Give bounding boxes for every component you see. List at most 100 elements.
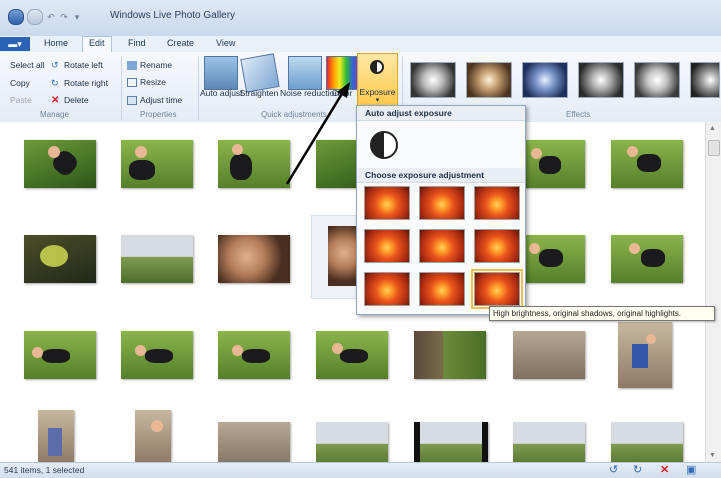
auto-adjust-exposure-icon[interactable] — [370, 131, 398, 159]
exposure-option-selected[interactable] — [471, 269, 523, 309]
copy-label: Copy — [10, 78, 30, 88]
exposure-button[interactable]: Exposure ▾ — [357, 53, 398, 106]
paste-label: Paste — [10, 95, 32, 105]
exposure-option[interactable] — [419, 272, 465, 306]
photo-thumbnail[interactable] — [316, 331, 388, 379]
tab-create[interactable]: Create — [167, 38, 194, 48]
group-label-manage: Manage — [40, 110, 69, 119]
paste-button[interactable]: Paste — [10, 95, 32, 105]
photo-thumbnail[interactable] — [135, 410, 171, 462]
rename-button[interactable]: Rename — [127, 60, 173, 71]
resize-button[interactable]: Resize — [127, 77, 166, 88]
calendar-icon — [127, 96, 137, 106]
photo-thumbnail[interactable] — [24, 235, 96, 283]
exposure-option[interactable] — [364, 229, 410, 263]
color-button[interactable]: Color — [322, 88, 362, 98]
delete-button[interactable]: ✕ Delete — [51, 95, 89, 107]
photo-thumbnail[interactable] — [618, 322, 672, 388]
straighten-button[interactable]: Straighten — [237, 88, 281, 98]
tooltip: High brightness, original shadows, origi… — [489, 306, 715, 321]
title-bar: ↶ ↷ ▾ Windows Live Photo Gallery — [0, 0, 721, 37]
photo-thumbnail[interactable] — [218, 140, 290, 188]
photo-thumbnail[interactable] — [513, 331, 585, 379]
photo-thumbnail[interactable] — [38, 410, 74, 462]
customize-icon[interactable]: ▾ — [72, 12, 82, 22]
rotate-right-label: Rotate right — [64, 78, 108, 88]
status-text: 541 items, 1 selected — [4, 465, 85, 475]
exposure-option[interactable] — [474, 186, 520, 220]
rename-icon — [127, 61, 137, 71]
resize-label: Resize — [140, 77, 166, 87]
tab-find[interactable]: Find — [128, 38, 146, 48]
file-menu-button[interactable]: ▬▾ — [0, 37, 30, 51]
quick-access-toolbar: ↶ ↷ ▾ — [8, 9, 82, 25]
vertical-scrollbar[interactable] — [705, 122, 721, 462]
exposure-option[interactable] — [364, 186, 410, 220]
adjust-time-button[interactable]: Adjust time — [127, 95, 183, 106]
redo-icon[interactable]: ↷ — [59, 12, 69, 22]
group-label-properties: Properties — [140, 110, 177, 119]
delete-label: Delete — [64, 95, 89, 105]
effect-sepia[interactable] — [466, 62, 512, 98]
group-separator — [121, 56, 122, 120]
photo-thumbnail[interactable] — [24, 331, 96, 379]
choose-exposure-adjustment-header: Choose exposure adjustment — [357, 168, 525, 183]
exposure-option[interactable] — [364, 272, 410, 306]
noise-reduction-icon — [288, 56, 322, 90]
photo-thumbnail[interactable] — [24, 140, 96, 188]
noise-reduction-button[interactable]: Noise reduction — [280, 88, 339, 98]
effect-cyan[interactable] — [522, 62, 568, 98]
rotate-left-label: Rotate left — [64, 60, 103, 70]
exposure-option[interactable] — [474, 229, 520, 263]
delete-icon: ✕ — [51, 95, 60, 107]
group-label-effects: Effects — [566, 110, 591, 119]
photo-thumbnail[interactable] — [414, 331, 486, 379]
tab-view[interactable]: View — [216, 38, 235, 48]
effect-black-and-white[interactable] — [410, 62, 456, 98]
exposure-option[interactable] — [419, 186, 465, 220]
window-title: Windows Live Photo Gallery — [110, 10, 236, 21]
back-icon[interactable] — [8, 9, 24, 25]
adjust-time-label: Adjust time — [140, 95, 183, 105]
effect-black-and-white-red[interactable] — [634, 62, 680, 98]
select-all-button[interactable]: Select all — [10, 60, 45, 70]
slideshow-icon[interactable]: ▣ — [686, 463, 696, 476]
effect-black-and-white-orange[interactable] — [578, 62, 624, 98]
auto-adjust-exposure-header: Auto adjust exposure — [357, 106, 525, 121]
copy-button[interactable]: Copy — [10, 78, 30, 88]
photo-thumbnail[interactable] — [611, 235, 683, 283]
auto-adjust-icon — [204, 56, 238, 90]
tab-edit[interactable]: Edit — [82, 36, 112, 53]
group-separator — [198, 56, 199, 120]
photo-thumbnail[interactable] — [121, 331, 193, 379]
scrollbar-thumb[interactable] — [708, 140, 720, 156]
photo-thumbnail[interactable] — [121, 140, 193, 188]
forward-icon[interactable] — [27, 9, 43, 25]
delete-icon[interactable]: ✕ — [660, 463, 669, 476]
effect-black-and-white-yellow[interactable] — [690, 62, 720, 98]
straighten-icon — [240, 53, 280, 93]
photo-thumbnail[interactable] — [611, 140, 683, 188]
rename-label: Rename — [140, 60, 173, 70]
rotate-left-icon[interactable]: ↺ — [609, 463, 618, 476]
selected-photo-frame[interactable] — [311, 215, 368, 299]
rotate-left-icon: ↺ — [51, 60, 59, 71]
photo-thumbnail[interactable] — [218, 235, 290, 283]
color-icon — [326, 56, 360, 90]
rotate-left-button[interactable]: ↺ Rotate left — [51, 60, 103, 70]
exposure-icon — [370, 60, 384, 74]
rotate-right-button[interactable]: ↻ Rotate right — [51, 78, 108, 88]
scroll-up-icon[interactable]: ▲ — [709, 125, 716, 132]
photo-thumbnail[interactable] — [121, 235, 193, 283]
tab-home[interactable]: Home — [44, 38, 68, 48]
photo-thumbnail[interactable] — [218, 331, 290, 379]
rotate-right-icon[interactable]: ↻ — [633, 463, 642, 476]
chevron-down-icon: ▾ — [375, 97, 380, 104]
group-label-quick-adjustments: Quick adjustments — [261, 110, 327, 119]
select-all-label: Select all — [10, 60, 45, 70]
rotate-right-icon: ↻ — [51, 78, 59, 89]
scroll-down-icon[interactable]: ▼ — [709, 452, 716, 459]
exposure-option[interactable] — [419, 229, 465, 263]
auto-adjust-button[interactable]: Auto adjust — [200, 88, 243, 98]
undo-icon[interactable]: ↶ — [46, 12, 56, 22]
